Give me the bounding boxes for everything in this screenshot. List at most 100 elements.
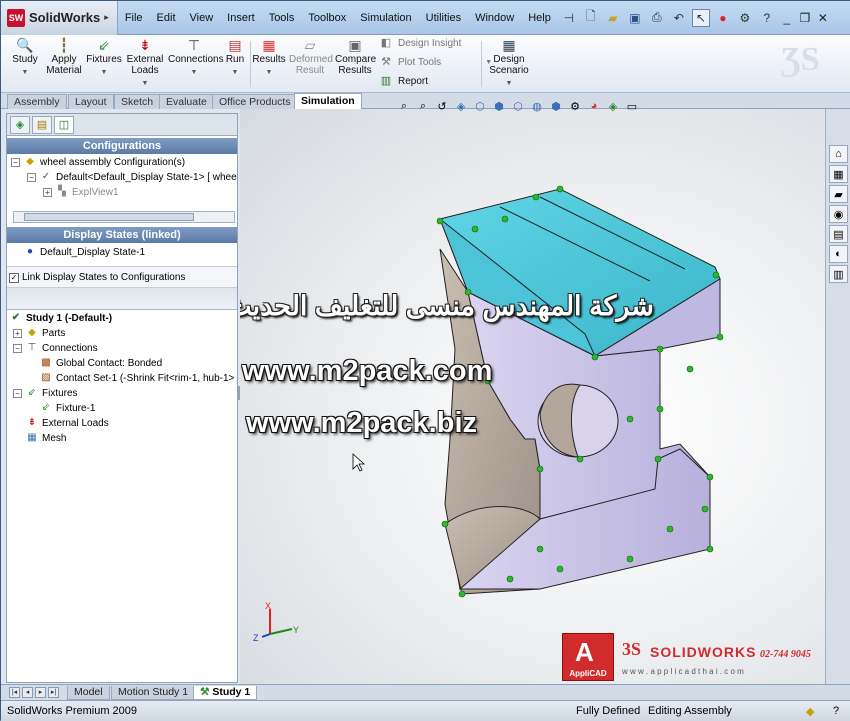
horizontal-scrollbar[interactable] <box>13 211 235 223</box>
feature-manager-tab-icon[interactable]: ◈ <box>10 115 30 134</box>
appearance-color-icon[interactable]: ◕ <box>586 98 602 114</box>
section-view-icon[interactable]: ◈ <box>453 98 469 114</box>
pin-icon[interactable]: ⊣ <box>560 9 578 27</box>
fixture-1-item[interactable]: ⇙ Fixture-1 <box>39 402 96 414</box>
link-display-states-checkbox[interactable]: ✓ Link Display States to Configurations <box>9 272 185 283</box>
menu-window[interactable]: Window <box>468 1 521 35</box>
design-scenario-button[interactable]: ▦ Design Scenario ▼ <box>488 37 530 89</box>
config-default-item[interactable]: − ✓ Default<Default_Display State-1> [ w… <box>27 171 237 183</box>
tab-study-1[interactable]: ⚒ Study 1 <box>193 686 258 700</box>
scene-icon[interactable]: ⬢ <box>548 98 564 114</box>
panel-splitter[interactable] <box>7 288 237 310</box>
report-button[interactable]: ▥ Report <box>379 75 428 88</box>
plot-tools-button[interactable]: ⚒ Plot Tools ▼ <box>379 56 492 69</box>
connections-item[interactable]: − ⊤ Connections <box>13 342 98 354</box>
options-gear-icon[interactable]: ⚙ <box>736 9 754 27</box>
checkbox-checked-icon[interactable]: ✓ <box>9 272 19 283</box>
menu-utilities[interactable]: Utilities <box>419 1 468 35</box>
display-style-icon[interactable]: ⬢ <box>491 98 507 114</box>
design-insight-button[interactable]: ◧ Design Insight <box>379 37 462 50</box>
help-icon[interactable]: ? <box>758 9 776 27</box>
run-button[interactable]: ▤ Run ▼ <box>223 37 247 78</box>
rebuild-traffic-light-icon[interactable]: ● <box>714 9 732 27</box>
file-explorer-icon[interactable]: ▰ <box>829 185 848 203</box>
property-manager-tab-icon[interactable]: ▤ <box>32 115 52 134</box>
new-document-icon[interactable]: 🗋 <box>582 9 600 27</box>
study-root-item[interactable]: ✔ Study 1 (-Default-) <box>9 312 112 324</box>
print-icon[interactable]: ⎙ <box>648 9 666 27</box>
minimize-icon[interactable]: _ <box>778 9 796 27</box>
compare-results-button[interactable]: ▣ Compare Results <box>335 37 376 76</box>
fixtures-button[interactable]: ⇙ Fixtures ▼ <box>86 37 122 78</box>
menu-simulation[interactable]: Simulation <box>353 1 418 35</box>
tab-model[interactable]: Model <box>67 686 110 700</box>
nav-last-icon[interactable]: ▸| <box>48 687 59 698</box>
edit-appearance-icon[interactable]: ◍ <box>529 98 545 114</box>
nav-first-icon[interactable]: |◂ <box>9 687 20 698</box>
appearances-scenes-icon[interactable]: ◐ <box>829 245 848 263</box>
menu-help[interactable]: Help <box>521 1 558 35</box>
collapse-icon[interactable]: − <box>11 157 20 167</box>
tab-motion-study[interactable]: Motion Study 1 <box>111 686 196 700</box>
scrollbar-thumb[interactable] <box>24 213 194 221</box>
external-loads-item[interactable]: ⇟ External Loads <box>25 417 109 429</box>
collapse-icon[interactable]: − <box>13 343 22 353</box>
graphics-area[interactable]: X Y Z شركة المهندس منسى للتغليف الحديث w… <box>240 109 825 684</box>
save-icon[interactable]: ▣ <box>626 9 644 27</box>
tab-simulation[interactable]: Simulation <box>294 93 362 109</box>
design-library-icon[interactable]: ▦ <box>829 165 848 183</box>
collapse-icon[interactable]: − <box>27 172 36 182</box>
connections-button[interactable]: ⊤ Connections ▼ <box>168 37 224 78</box>
apply-material-button[interactable]: ┇ Apply Material <box>46 37 82 76</box>
config-root-item[interactable]: − ◆ wheel assembly Configuration(s) <box>11 156 185 168</box>
tab-layout[interactable]: Layout <box>68 94 114 109</box>
solidworks-logo-button[interactable]: SW SolidWorks ▸ <box>1 0 118 35</box>
search-icon[interactable]: ◉ <box>829 205 848 223</box>
menu-tools[interactable]: Tools <box>262 1 302 35</box>
view-orientation-icon[interactable]: ⬡ <box>472 98 488 114</box>
solidworks-resources-icon[interactable]: ⌂ <box>829 145 848 163</box>
menu-view[interactable]: View <box>183 1 221 35</box>
results-button[interactable]: ▦ Results ▼ <box>252 37 286 78</box>
tab-assembly[interactable]: Assembly <box>7 94 67 109</box>
view-palette-icon[interactable]: ▤ <box>829 225 848 243</box>
menu-insert[interactable]: Insert <box>220 1 262 35</box>
menu-toolbox[interactable]: Toolbox <box>301 1 353 35</box>
menu-file[interactable]: File <box>118 1 150 35</box>
configuration-manager-tab-icon[interactable]: ◫ <box>54 115 74 134</box>
select-cursor-icon[interactable]: ↖ <box>691 8 710 27</box>
close-icon[interactable]: ✕ <box>814 9 832 27</box>
zoom-to-fit-icon[interactable]: ⌕ <box>396 98 412 114</box>
restore-icon[interactable]: ❐ <box>796 9 814 27</box>
tab-sketch[interactable]: Sketch <box>114 94 161 109</box>
rebuild-status-icon[interactable]: ◆ <box>806 705 814 718</box>
global-contact-item[interactable]: ▩ Global Contact: Bonded <box>39 357 162 369</box>
zoom-to-area-icon[interactable]: ⌕ <box>415 98 431 114</box>
hide-show-icon[interactable]: ⬡ <box>510 98 526 114</box>
tab-evaluate[interactable]: Evaluate <box>159 94 214 109</box>
fixtures-item[interactable]: − ⇙ Fixtures <box>13 387 78 399</box>
parts-item[interactable]: + ◆ Parts <box>13 327 65 339</box>
view-settings-icon[interactable]: ⚙ <box>567 98 583 114</box>
display-state-item[interactable]: ● Default_Display State-1 <box>23 246 145 258</box>
menu-edit[interactable]: Edit <box>150 1 183 35</box>
apply-scene-icon[interactable]: ◈ <box>605 98 621 114</box>
study-button[interactable]: 🔍 Study ▼ <box>10 37 40 78</box>
help-status-icon[interactable]: ? <box>833 705 839 717</box>
wheel-model[interactable]: X Y Z <box>240 109 825 684</box>
nav-prev-icon[interactable]: ◂ <box>22 687 33 698</box>
expand-icon[interactable]: + <box>43 187 52 197</box>
previous-view-icon[interactable]: ↺ <box>434 98 450 114</box>
nav-next-icon[interactable]: ▸ <box>35 687 46 698</box>
contact-set-item[interactable]: ▨ Contact Set-1 (-Shrink Fit<rim-1, hub-… <box>39 372 234 384</box>
undo-icon[interactable]: ↶ <box>670 9 688 27</box>
mesh-item[interactable]: ▦ Mesh <box>25 432 66 444</box>
open-folder-icon[interactable]: ▰ <box>604 9 622 27</box>
expand-icon[interactable]: + <box>13 328 22 338</box>
tab-office-products[interactable]: Office Products <box>212 94 298 109</box>
monitor-icon[interactable]: ▭ <box>624 98 640 114</box>
deformed-result-button[interactable]: ▱ Deformed Result <box>289 37 333 76</box>
external-loads-button[interactable]: ⇟ External Loads ▼ <box>125 37 165 89</box>
explode-view-item[interactable]: + ▚ ExplView1 <box>43 186 119 198</box>
collapse-icon[interactable]: − <box>13 388 22 398</box>
